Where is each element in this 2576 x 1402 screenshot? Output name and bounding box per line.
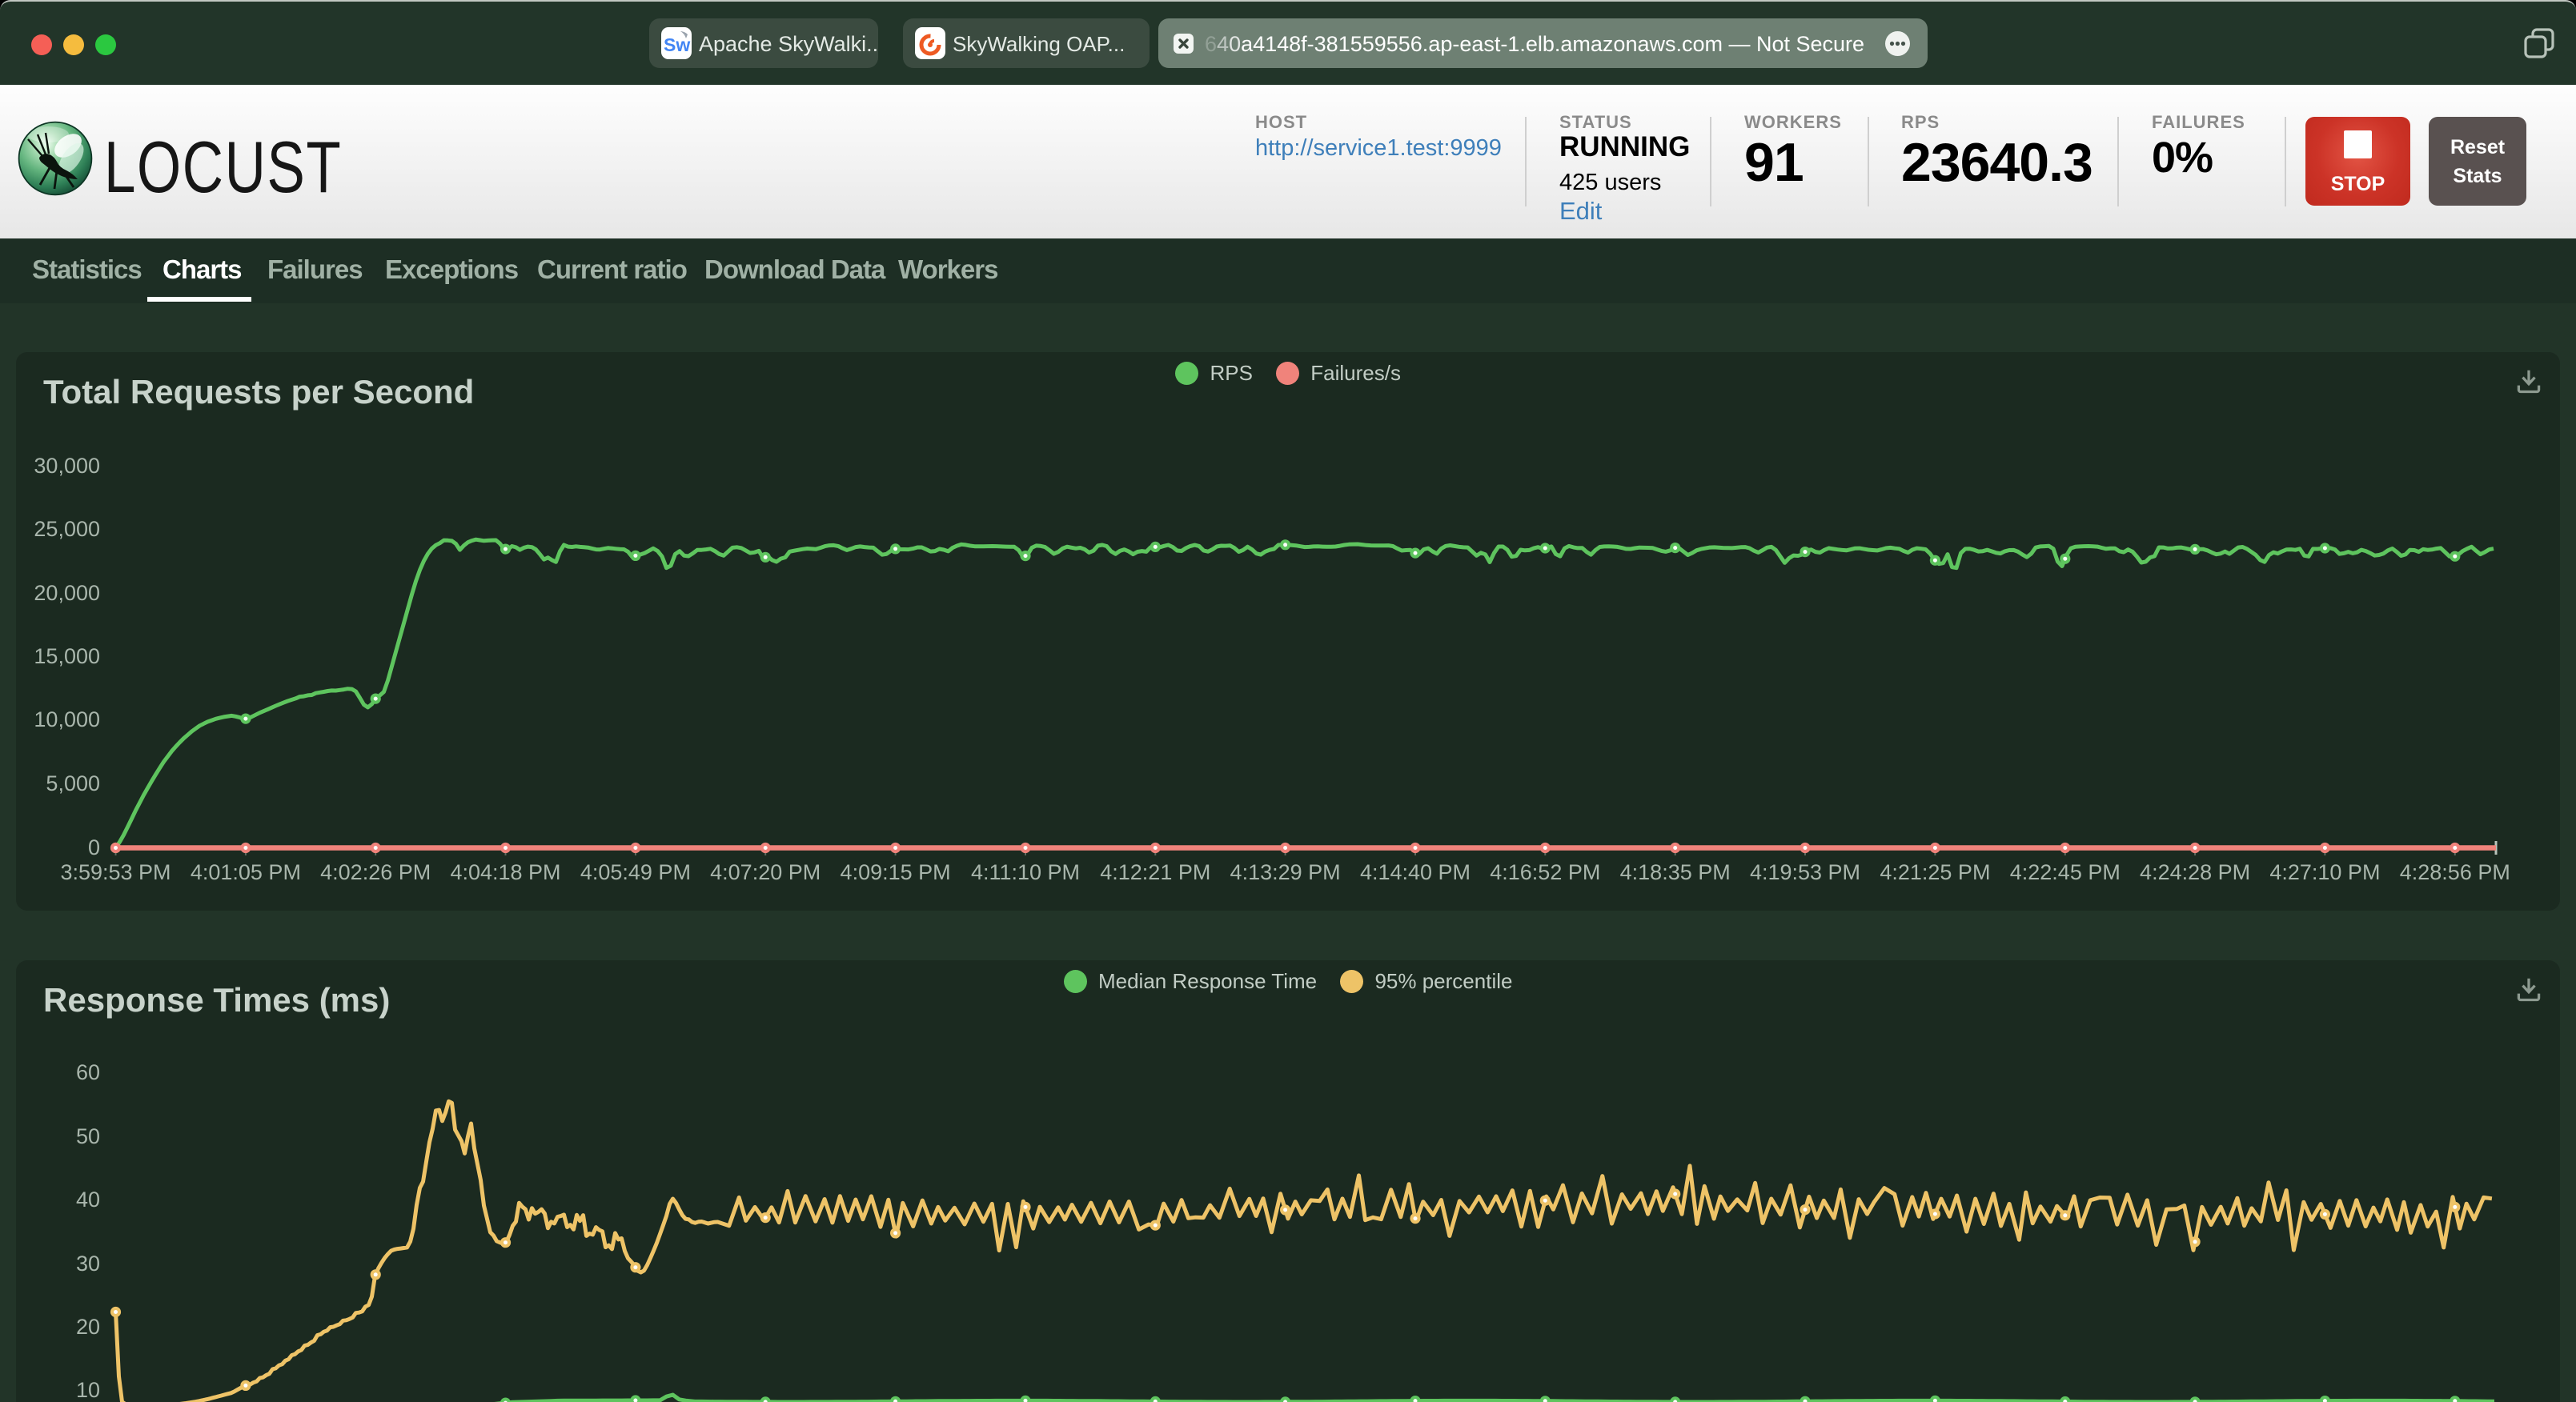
svg-text:4:07:20 PM: 4:07:20 PM	[710, 860, 821, 884]
svg-text:4:19:53 PM: 4:19:53 PM	[1750, 860, 1860, 884]
svg-text:50: 50	[76, 1124, 100, 1148]
svg-text:30: 30	[76, 1252, 100, 1276]
svg-text:4:27:10 PM: 4:27:10 PM	[2269, 860, 2380, 884]
svg-text:30,000: 30,000	[34, 454, 100, 478]
svg-text:10,000: 10,000	[34, 707, 100, 731]
svg-text:4:22:45 PM: 4:22:45 PM	[2010, 860, 2121, 884]
svg-text:4:21:25 PM: 4:21:25 PM	[1880, 860, 1990, 884]
svg-text:4:09:15 PM: 4:09:15 PM	[841, 860, 951, 884]
svg-text:4:04:18 PM: 4:04:18 PM	[450, 860, 560, 884]
svg-text:4:11:10 PM: 4:11:10 PM	[971, 860, 1080, 884]
svg-text:4:01:05 PM: 4:01:05 PM	[191, 860, 301, 884]
svg-text:25,000: 25,000	[34, 517, 100, 541]
svg-text:Sw: Sw	[664, 34, 690, 55]
svg-text:4:14:40 PM: 4:14:40 PM	[1360, 860, 1471, 884]
svg-text:4:18:35 PM: 4:18:35 PM	[1620, 860, 1731, 884]
svg-text:4:16:52 PM: 4:16:52 PM	[1490, 860, 1600, 884]
svg-text:4:24:28 PM: 4:24:28 PM	[2140, 860, 2250, 884]
svg-text:0: 0	[88, 835, 100, 859]
svg-text:10: 10	[76, 1378, 100, 1402]
svg-text:40: 40	[76, 1188, 100, 1212]
svg-text:4:05:49 PM: 4:05:49 PM	[580, 860, 691, 884]
svg-text:20,000: 20,000	[34, 581, 100, 605]
svg-text:60: 60	[76, 1060, 100, 1084]
svg-text:15,000: 15,000	[34, 644, 100, 668]
svg-text:4:13:29 PM: 4:13:29 PM	[1230, 860, 1341, 884]
svg-text:4:28:56 PM: 4:28:56 PM	[2400, 860, 2510, 884]
svg-text:3:59:53 PM: 3:59:53 PM	[60, 860, 171, 884]
svg-text:20: 20	[76, 1315, 100, 1339]
svg-text:4:02:26 PM: 4:02:26 PM	[320, 860, 431, 884]
svg-text:4:12:21 PM: 4:12:21 PM	[1100, 860, 1210, 884]
svg-text:5,000: 5,000	[46, 771, 100, 795]
